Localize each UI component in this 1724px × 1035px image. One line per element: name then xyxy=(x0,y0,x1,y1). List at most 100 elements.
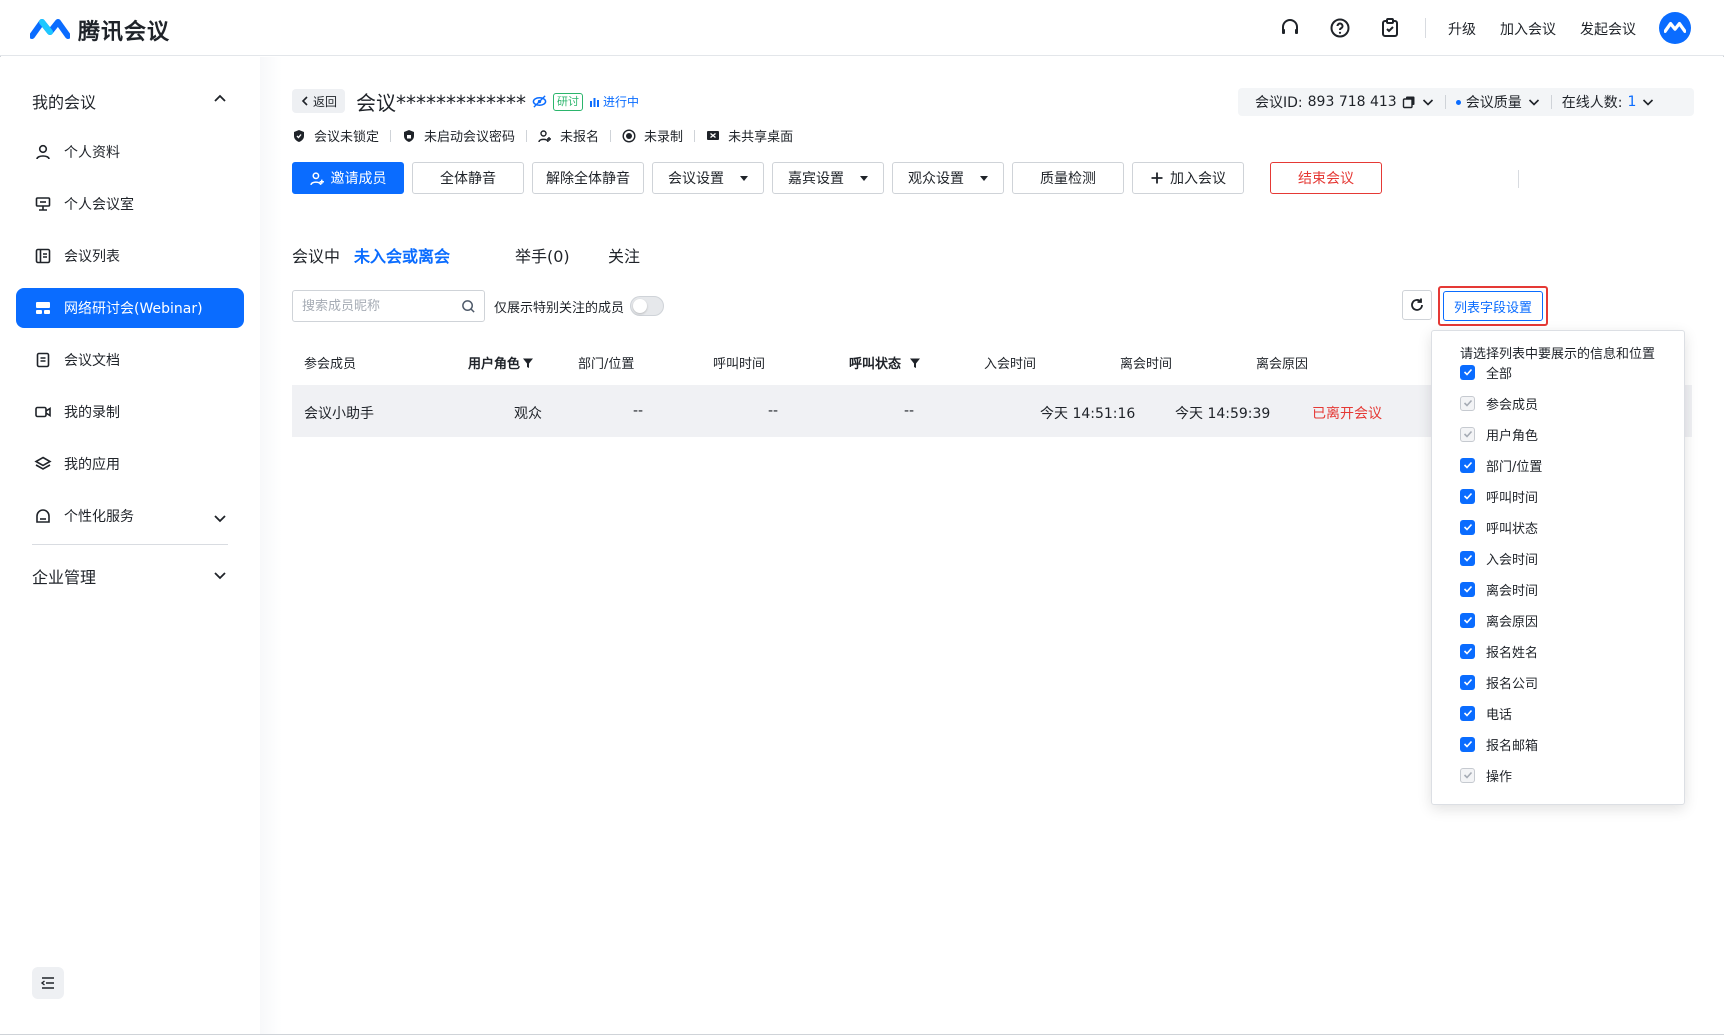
column-header-call-status[interactable]: 呼叫状态 xyxy=(849,353,921,372)
avatar[interactable] xyxy=(1659,12,1691,44)
tab-raised-hands[interactable]: 举手(0) xyxy=(515,243,570,267)
checkbox-checked-icon[interactable] xyxy=(1460,488,1475,504)
tab-in-meeting[interactable]: 会议中 xyxy=(292,243,340,267)
page-title: 会议************* xyxy=(356,91,526,115)
guest-settings-button[interactable]: 嘉宾设置 xyxy=(772,162,884,194)
sidebar-item-meeting-room[interactable]: 个人会议室 xyxy=(16,184,244,224)
webinar-icon xyxy=(36,302,50,314)
unmute-all-button[interactable]: 解除全体静音 xyxy=(532,162,644,194)
copy-icon[interactable] xyxy=(1402,95,1416,109)
tab-followed[interactable]: 关注 xyxy=(608,243,640,267)
toolbar-divider xyxy=(1518,170,1519,188)
column-option-label: 入会时间 xyxy=(1486,552,1539,568)
sidebar-item-profile[interactable]: 个人资料 xyxy=(16,132,244,172)
status-divider xyxy=(526,129,528,142)
filter-icon[interactable] xyxy=(522,357,534,369)
meeting-quality-label: 会议质量 xyxy=(1465,95,1522,111)
eye-icon[interactable] xyxy=(532,94,547,109)
app-logo[interactable]: 腾讯会议 xyxy=(30,14,170,46)
status-registration-label: 未报名 xyxy=(560,130,600,145)
checkbox-checked-icon xyxy=(1460,426,1475,442)
invite-members-button[interactable]: 邀请成员 xyxy=(292,162,404,194)
help-icon[interactable] xyxy=(1328,16,1352,40)
checkbox-checked-icon[interactable] xyxy=(1460,581,1475,597)
column-option[interactable]: 离会原因 xyxy=(1460,611,1538,630)
sidebar-item-webinar[interactable]: 网络研讨会(Webinar) xyxy=(16,288,244,328)
table-cell: 会议小助手 xyxy=(304,406,374,422)
followed-only-toggle[interactable] xyxy=(630,296,664,316)
caret-down-icon xyxy=(740,175,748,181)
column-option[interactable]: 全部 xyxy=(1460,363,1512,382)
checkbox-checked-icon[interactable] xyxy=(1460,519,1475,535)
back-button[interactable]: 返回 xyxy=(292,89,346,113)
meeting-id-value: 893 718 413 xyxy=(1307,94,1397,110)
quality-check-button[interactable]: 质量检测 xyxy=(1012,162,1124,194)
sidebar-item-meeting-list[interactable]: 会议列表 xyxy=(16,236,244,276)
checkbox-checked-icon[interactable] xyxy=(1460,457,1475,473)
start-meeting-link[interactable]: 发起会议 xyxy=(1580,19,1636,39)
column-option[interactable]: 报名公司 xyxy=(1460,673,1538,692)
refresh-button[interactable] xyxy=(1402,290,1432,320)
sidebar-group-my-meetings[interactable]: 我的会议 xyxy=(32,89,96,113)
column-option[interactable]: 电话 xyxy=(1460,704,1512,723)
topbar-divider xyxy=(1425,18,1426,38)
filter-icon[interactable] xyxy=(909,357,921,369)
status-recording: 未录制 xyxy=(622,126,683,145)
sidebar-item-documents[interactable]: 会议文档 xyxy=(16,340,244,380)
chevron-down-icon[interactable] xyxy=(1421,95,1435,109)
checkbox-checked-icon[interactable] xyxy=(1460,736,1475,752)
meeting-quality[interactable]: 会议质量 xyxy=(1455,92,1541,112)
end-meeting-button[interactable]: 结束会议 xyxy=(1270,162,1382,194)
checkbox-checked-icon[interactable] xyxy=(1460,550,1475,566)
table-cell: 观众 xyxy=(514,406,542,422)
sidebar-item-apps[interactable]: 我的应用 xyxy=(16,444,244,484)
column-option[interactable]: 入会时间 xyxy=(1460,549,1539,568)
layers-icon xyxy=(34,456,52,470)
audience-settings-button[interactable]: 观众设置 xyxy=(892,162,1004,194)
checkbox-checked-icon[interactable] xyxy=(1460,674,1475,690)
clipboard-check-icon[interactable] xyxy=(1378,16,1402,40)
collapse-sidebar-button[interactable] xyxy=(32,967,64,999)
online-count[interactable]: 在线人数: 1 xyxy=(1562,92,1656,112)
sidebar-group-enterprise[interactable]: 企业管理 xyxy=(32,564,96,588)
sidebar-divider xyxy=(32,544,228,545)
column-option[interactable]: 呼叫时间 xyxy=(1460,487,1538,506)
sidebar-item-label: 个性化服务 xyxy=(64,509,134,525)
tab-not-joined-or-left[interactable]: 未入会或离会 xyxy=(354,243,450,267)
join-meeting-button[interactable]: 加入会议 xyxy=(1132,162,1244,194)
join-meeting-link[interactable]: 加入会议 xyxy=(1500,19,1556,39)
checkbox-checked-icon xyxy=(1460,395,1475,411)
checkbox-checked-icon[interactable] xyxy=(1460,612,1475,628)
headset-icon[interactable] xyxy=(1278,16,1302,40)
column-option[interactable]: 离会时间 xyxy=(1460,580,1538,599)
column-option: 用户角色 xyxy=(1460,425,1538,444)
column-option[interactable]: 部门/位置 xyxy=(1460,456,1543,475)
column-header-role[interactable]: 用户角色 xyxy=(468,353,534,372)
sidebar: 我的会议 个人资料 个人会议室 会议列表 网络研讨会(Webinar) 会议文档… xyxy=(0,57,260,1034)
sidebar-item-recordings[interactable]: 我的录制 xyxy=(16,392,244,432)
column-option[interactable]: 报名姓名 xyxy=(1460,642,1538,661)
chevron-up-icon[interactable] xyxy=(212,91,228,107)
shield-lock-icon xyxy=(404,129,415,142)
sidebar-item-personalized-service[interactable]: 个性化服务 xyxy=(16,496,244,536)
table-cell: -- xyxy=(633,403,644,419)
search-icon[interactable] xyxy=(461,299,476,314)
meeting-settings-button[interactable]: 会议设置 xyxy=(652,162,764,194)
upgrade-link[interactable]: 升级 xyxy=(1448,19,1476,39)
table-cell: 今天 14:51:16 xyxy=(1040,406,1136,422)
column-option-label: 操作 xyxy=(1486,769,1513,785)
column-settings-button[interactable]: 列表字段设置 xyxy=(1443,291,1543,321)
column-option-label: 部门/位置 xyxy=(1486,459,1543,475)
chevron-down-icon[interactable] xyxy=(212,510,228,526)
column-option[interactable]: 呼叫状态 xyxy=(1460,518,1538,537)
chevron-down-icon[interactable] xyxy=(212,567,228,583)
checkbox-checked-icon[interactable] xyxy=(1460,705,1475,721)
checkbox-checked-icon[interactable] xyxy=(1460,643,1475,659)
column-header-department: 部门/位置 xyxy=(578,357,635,372)
checkbox-checked-icon[interactable] xyxy=(1460,364,1475,380)
column-option[interactable]: 报名邮箱 xyxy=(1460,735,1538,754)
search-input[interactable] xyxy=(293,291,443,321)
status-screen-share-label: 未共享桌面 xyxy=(728,130,794,145)
status-screen-share: 未共享桌面 xyxy=(706,126,793,145)
mute-all-button[interactable]: 全体静音 xyxy=(412,162,524,194)
